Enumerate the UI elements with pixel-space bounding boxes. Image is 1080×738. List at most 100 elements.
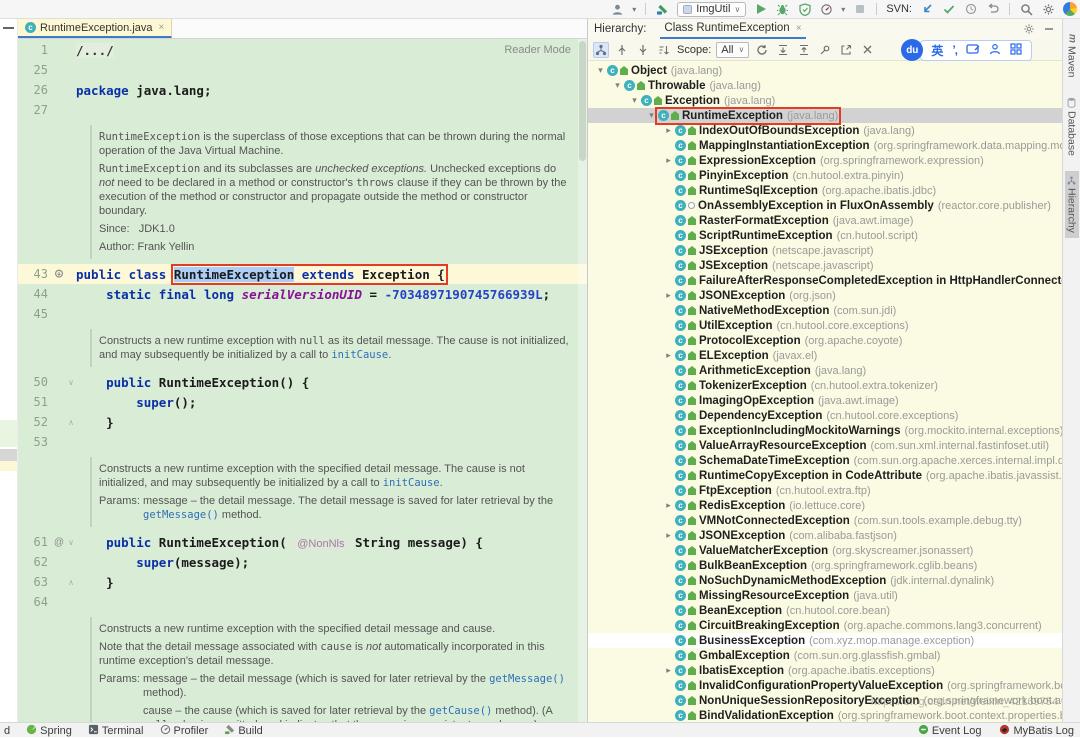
hierarchy-tree-row[interactable]: ▾cObject(java.lang) <box>588 63 1062 78</box>
tree-chevron-icon[interactable]: ▾ <box>594 65 607 76</box>
fold-marker[interactable]: ∧ <box>66 578 76 587</box>
ime-board-icon[interactable] <box>966 43 980 58</box>
hierarchy-tree-row[interactable]: cRuntimeCopyException in CodeAttribute(o… <box>588 468 1062 483</box>
hierarchy-tree-row[interactable]: cBulkBeanException(org.springframework.c… <box>588 558 1062 573</box>
tree-chevron-icon[interactable]: ▾ <box>645 110 658 121</box>
status-item-event-log[interactable]: Event Log <box>918 724 982 738</box>
expand-all-button[interactable] <box>775 42 791 58</box>
tool-window-button-maven[interactable]: mMaven <box>1065 29 1079 82</box>
tree-chevron-icon[interactable]: ▸ <box>662 665 675 676</box>
code-line[interactable]: 25 <box>18 60 587 80</box>
hierarchy-tree-row[interactable]: cRasterFormatException(java.awt.image) <box>588 213 1062 228</box>
hierarchy-tree-row[interactable]: ▾cException(java.lang) <box>588 93 1062 108</box>
hierarchy-tree-row[interactable]: cValueArrayResourceException(com.sun.xml… <box>588 438 1062 453</box>
annotation-gutter-icon[interactable]: @ <box>52 537 66 548</box>
tab-close-icon[interactable]: × <box>796 23 802 34</box>
hierarchy-tree-row[interactable]: cSchemaDateTimeException(com.sun.org.apa… <box>588 453 1062 468</box>
hierarchy-tree-row[interactable]: cMappingInstantiationException(org.sprin… <box>588 138 1062 153</box>
doc-link[interactable]: initCause <box>331 349 388 361</box>
search-everywhere-icon[interactable] <box>1019 2 1034 17</box>
hierarchy-tree-row[interactable]: cFtpException(cn.hutool.extra.ftp) <box>588 483 1062 498</box>
hierarchy-tree-row[interactable]: cNoSuchDynamicMethodException(jdk.intern… <box>588 573 1062 588</box>
panel-minimize-icon[interactable] <box>1042 22 1056 36</box>
hierarchy-tree-row[interactable]: cRuntimeSqlException(org.apache.ibatis.j… <box>588 183 1062 198</box>
tree-chevron-icon[interactable]: ▸ <box>662 500 675 511</box>
hierarchy-tree-row[interactable]: cDependencyException(cn.hutool.core.exce… <box>588 408 1062 423</box>
code-line[interactable]: 44 static final long serialVersionUID = … <box>18 284 587 304</box>
supertypes-hierarchy-button[interactable] <box>614 42 630 58</box>
hierarchy-tree-row[interactable]: cUtilException(cn.hutool.core.exceptions… <box>588 318 1062 333</box>
override-gutter-icon[interactable] <box>52 269 66 279</box>
code-line[interactable]: 43public class RuntimeException extends … <box>18 264 587 284</box>
tree-chevron-icon[interactable]: ▸ <box>662 155 675 166</box>
hierarchy-tree-row[interactable]: ▾cThrowable(java.lang) <box>588 78 1062 93</box>
hierarchy-tree-row[interactable]: cValueMatcherException(org.skyscreamer.j… <box>588 543 1062 558</box>
code-line[interactable]: 62 super(message); <box>18 552 587 572</box>
doc-link[interactable]: initCause <box>383 477 440 489</box>
code-line[interactable]: 1/.../ <box>18 40 587 60</box>
hierarchy-tree-row[interactable]: cMissingResourceException(java.util) <box>588 588 1062 603</box>
user-icon[interactable] <box>610 2 625 17</box>
tool-window-button-hierarchy[interactable]: Hierarchy <box>1065 171 1079 238</box>
hierarchy-tree-row[interactable]: cExceptionIncludingMockitoWarnings(org.m… <box>588 423 1062 438</box>
fold-marker[interactable]: ∨ <box>66 538 76 547</box>
code-line[interactable]: 27 <box>18 100 587 120</box>
tool-window-button-database[interactable]: Database <box>1065 92 1079 161</box>
profiler-button[interactable] <box>819 2 834 17</box>
hierarchy-tree-row[interactable]: ▸cIndexOutOfBoundsException(java.lang) <box>588 123 1062 138</box>
hierarchy-tree-row[interactable]: ▾cRuntimeException(java.lang) <box>588 108 1062 123</box>
hierarchy-tree-row[interactable]: cProtocolException(org.apache.coyote) <box>588 333 1062 348</box>
code-line[interactable]: 53 <box>18 432 587 452</box>
tree-chevron-icon[interactable]: ▾ <box>628 95 641 106</box>
reader-mode-label[interactable]: Reader Mode <box>504 44 571 56</box>
hierarchy-tree-row[interactable]: cBindValidationException(org.springframe… <box>588 708 1062 722</box>
hierarchy-tree-row[interactable]: cBusinessException(com.xyz.mop.manage.ex… <box>588 633 1062 648</box>
tree-chevron-icon[interactable]: ▸ <box>662 290 675 301</box>
ime-user-icon[interactable] <box>989 43 1001 58</box>
tree-chevron-icon[interactable]: ▸ <box>662 350 675 361</box>
scope-select[interactable]: All ∨ <box>716 42 749 58</box>
status-item-build[interactable]: Build <box>224 724 262 738</box>
code-line[interactable]: 61@∨ public RuntimeException( @NonNls St… <box>18 532 587 552</box>
rollback-icon[interactable] <box>985 2 1000 17</box>
build-hammer-icon[interactable] <box>655 2 670 17</box>
ime-language-button[interactable]: 英 <box>931 42 943 59</box>
tree-chevron-icon[interactable]: ▸ <box>662 530 675 541</box>
hierarchy-tree-row[interactable]: cNativeMethodException(com.sun.jdi) <box>588 303 1062 318</box>
hierarchy-tree-row[interactable]: cImagingOpException(java.awt.image) <box>588 393 1062 408</box>
editor-tab[interactable]: c RuntimeException.java × <box>18 19 172 38</box>
status-item-profiler[interactable]: Profiler <box>160 724 209 738</box>
hierarchy-tree-row[interactable]: cFailureAfterResponseCompletedException … <box>588 273 1062 288</box>
hierarchy-tree-row[interactable]: cInvalidConfigurationPropertyValueExcept… <box>588 678 1062 693</box>
history-icon[interactable] <box>963 2 978 17</box>
collapse-dash-icon[interactable] <box>3 27 14 29</box>
pin-button[interactable] <box>817 42 833 58</box>
code-line[interactable]: 51 super(); <box>18 392 587 412</box>
debug-button[interactable] <box>775 2 790 17</box>
run-with-coverage-button[interactable] <box>797 2 812 17</box>
hierarchy-tree-row[interactable]: cJSException(netscape.javascript) <box>588 258 1062 273</box>
hierarchy-tree-row[interactable]: cArithmeticException(java.lang) <box>588 363 1062 378</box>
ime-punctuation-button[interactable]: ’, <box>952 43 957 57</box>
doc-link[interactable]: getMessage() <box>489 673 565 685</box>
editor-content[interactable]: Reader Mode 1/.../2526package java.lang;… <box>18 39 587 722</box>
code-line[interactable]: 26package java.lang; <box>18 80 587 100</box>
status-item-d[interactable]: d <box>4 724 10 738</box>
tree-chevron-icon[interactable]: ▸ <box>662 125 675 136</box>
hierarchy-tree-row[interactable]: ▸cELException(javax.el) <box>588 348 1062 363</box>
doc-link[interactable]: getCause() <box>429 705 492 717</box>
hierarchy-tree-row[interactable]: cGmbalException(com.sun.org.glassfish.gm… <box>588 648 1062 663</box>
collapse-all-button[interactable] <box>796 42 812 58</box>
fold-marker[interactable]: ∨ <box>66 378 76 387</box>
code-line[interactable]: 63∧ } <box>18 572 587 592</box>
editor-scrollbar[interactable] <box>578 39 587 722</box>
hierarchy-tree-row[interactable]: cScriptRuntimeException(cn.hutool.script… <box>588 228 1062 243</box>
user-dropdown-icon[interactable]: ▾ <box>632 5 636 14</box>
hierarchy-tree-row[interactable]: cJSException(netscape.javascript) <box>588 243 1062 258</box>
gradle-sphere-icon[interactable] <box>1063 2 1077 16</box>
hierarchy-tree-row[interactable]: cBeanException(cn.hutool.core.bean) <box>588 603 1062 618</box>
hierarchy-tree-row[interactable]: ▸cExpressionException(org.springframewor… <box>588 153 1062 168</box>
tree-chevron-icon[interactable]: ▾ <box>611 80 624 91</box>
status-item-spring[interactable]: Spring <box>26 724 72 738</box>
hierarchy-tree-row[interactable]: cVMNotConnectedException(com.sun.tools.e… <box>588 513 1062 528</box>
